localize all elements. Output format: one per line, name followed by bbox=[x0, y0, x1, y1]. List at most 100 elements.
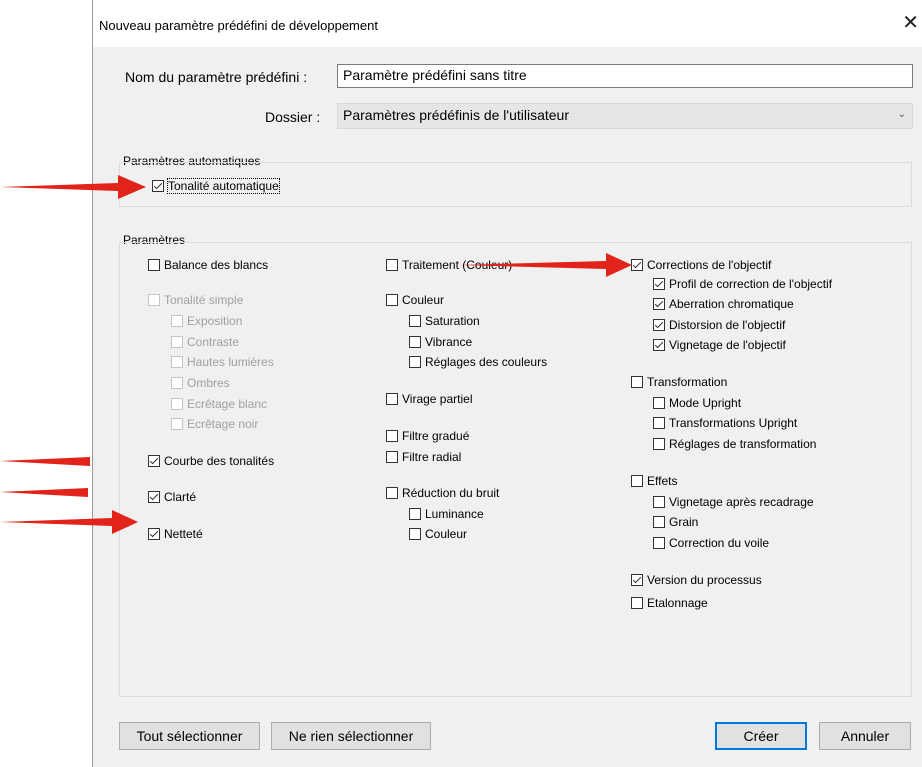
checkbox-icon bbox=[653, 496, 665, 508]
chromatic-aberration-label: Aberration chromatique bbox=[669, 297, 794, 311]
checkbox-icon bbox=[386, 451, 398, 463]
effects-label: Effets bbox=[647, 474, 678, 488]
lens-corrections-checkbox[interactable]: Corrections de l'objectif bbox=[631, 258, 771, 272]
arrow-tone-curve bbox=[0, 457, 90, 466]
basic-tone-checkbox: Tonalité simple bbox=[148, 293, 243, 307]
checkbox-checked-icon bbox=[148, 491, 160, 503]
upright-mode-checkbox[interactable]: Mode Upright bbox=[653, 396, 741, 410]
checkbox-icon bbox=[171, 377, 183, 389]
checkbox-icon bbox=[171, 356, 183, 368]
dialog-title: Nouveau paramètre prédéfini de développe… bbox=[99, 18, 378, 33]
folder-select[interactable]: Paramètres prédéfinis de l'utilisateur ⌄ bbox=[337, 103, 913, 129]
white-balance-label: Balance des blancs bbox=[164, 258, 269, 272]
sharpening-label: Netteté bbox=[164, 527, 203, 541]
post-crop-vignetting-label: Vignetage après recadrage bbox=[669, 495, 814, 509]
highlights-checkbox: Hautes lumières bbox=[171, 355, 274, 369]
calibration-checkbox[interactable]: Etalonnage bbox=[631, 596, 708, 610]
lens-corrections-label: Corrections de l'objectif bbox=[647, 258, 772, 272]
black-clipping-checkbox: Ecrêtage noir bbox=[171, 417, 258, 431]
lens-vignetting-checkbox[interactable]: Vignetage de l'objectif bbox=[653, 338, 786, 352]
lens-profile-checkbox[interactable]: Profil de correction de l'objectif bbox=[653, 277, 832, 291]
checkbox-icon bbox=[653, 537, 665, 549]
tone-curve-checkbox[interactable]: Courbe des tonalités bbox=[148, 454, 274, 468]
saturation-checkbox[interactable]: Saturation bbox=[409, 314, 480, 328]
select-none-button[interactable]: Ne rien sélectionner bbox=[271, 722, 431, 750]
post-crop-vignetting-checkbox[interactable]: Vignetage après recadrage bbox=[653, 495, 814, 509]
checkbox-icon bbox=[631, 597, 643, 609]
color-checkbox[interactable]: Couleur bbox=[386, 293, 444, 307]
folder-select-value: Paramètres prédéfinis de l'utilisateur bbox=[343, 107, 570, 123]
shadows-checkbox: Ombres bbox=[171, 376, 230, 390]
checkbox-checked-icon bbox=[653, 278, 665, 290]
exposure-checkbox: Exposition bbox=[171, 314, 242, 328]
preset-name-label: Nom du paramètre prédéfini : bbox=[125, 69, 308, 85]
color-noise-checkbox[interactable]: Couleur bbox=[409, 527, 467, 541]
select-all-button[interactable]: Tout sélectionner bbox=[119, 722, 260, 750]
treatment-label: Traitement (Couleur) bbox=[402, 258, 513, 272]
checkbox-icon bbox=[653, 438, 665, 450]
cancel-button[interactable]: Annuler bbox=[819, 722, 911, 750]
preset-name-input[interactable]: Paramètre prédéfini sans titre bbox=[337, 64, 913, 88]
checkbox-icon bbox=[386, 393, 398, 405]
white-clipping-label: Ecrêtage blanc bbox=[187, 397, 268, 411]
effects-checkbox[interactable]: Effets bbox=[631, 474, 677, 488]
graduated-filter-checkbox[interactable]: Filtre gradué bbox=[386, 429, 469, 443]
vibrance-checkbox[interactable]: Vibrance bbox=[409, 335, 472, 349]
radial-filter-checkbox[interactable]: Filtre radial bbox=[386, 450, 461, 464]
checkbox-icon bbox=[653, 516, 665, 528]
upright-transforms-label: Transformations Upright bbox=[669, 416, 798, 430]
transform-label: Transformation bbox=[647, 375, 728, 389]
transform-adjustments-checkbox[interactable]: Réglages de transformation bbox=[653, 437, 816, 451]
checkbox-icon bbox=[631, 376, 643, 388]
lens-vignetting-label: Vignetage de l'objectif bbox=[669, 338, 786, 352]
contrast-label: Contraste bbox=[187, 335, 240, 349]
lens-profile-label: Profil de correction de l'objectif bbox=[669, 277, 833, 291]
checkbox-icon bbox=[386, 259, 398, 271]
exposure-label: Exposition bbox=[187, 314, 243, 328]
checkbox-icon bbox=[409, 508, 421, 520]
treatment-checkbox[interactable]: Traitement (Couleur) bbox=[386, 258, 512, 272]
sharpening-checkbox[interactable]: Netteté bbox=[148, 527, 203, 541]
checkbox-icon bbox=[171, 336, 183, 348]
checkbox-checked-icon bbox=[148, 455, 160, 467]
checkbox-icon bbox=[653, 397, 665, 409]
dehaze-checkbox[interactable]: Correction du voile bbox=[653, 536, 769, 550]
checkbox-icon bbox=[409, 336, 421, 348]
grain-checkbox[interactable]: Grain bbox=[653, 515, 698, 529]
checkbox-icon bbox=[631, 475, 643, 487]
close-icon[interactable]: ✕ bbox=[902, 13, 919, 33]
auto-tone-checkbox[interactable]: Tonalité automatique bbox=[152, 178, 280, 194]
color-label: Couleur bbox=[402, 293, 445, 307]
chromatic-aberration-checkbox[interactable]: Aberration chromatique bbox=[653, 297, 794, 311]
luminance-checkbox[interactable]: Luminance bbox=[409, 507, 484, 521]
checkbox-icon bbox=[171, 418, 183, 430]
checkbox-icon bbox=[171, 315, 183, 327]
color-adjustments-label: Réglages des couleurs bbox=[425, 355, 548, 369]
upright-transforms-checkbox[interactable]: Transformations Upright bbox=[653, 416, 797, 430]
folder-label: Dossier : bbox=[265, 109, 321, 125]
basic-tone-label: Tonalité simple bbox=[164, 293, 244, 307]
tone-curve-label: Courbe des tonalités bbox=[164, 454, 275, 468]
noise-reduction-label: Réduction du bruit bbox=[402, 486, 500, 500]
black-clipping-label: Ecrêtage noir bbox=[187, 417, 259, 431]
lens-distortion-checkbox[interactable]: Distorsion de l'objectif bbox=[653, 318, 785, 332]
clarity-checkbox[interactable]: Clarté bbox=[148, 490, 196, 504]
create-button[interactable]: Créer bbox=[715, 722, 807, 750]
checkbox-icon bbox=[409, 528, 421, 540]
split-toning-checkbox[interactable]: Virage partiel bbox=[386, 392, 473, 406]
process-version-checkbox[interactable]: Version du processus bbox=[631, 573, 762, 587]
checkbox-checked-icon bbox=[152, 180, 164, 192]
transform-checkbox[interactable]: Transformation bbox=[631, 375, 727, 389]
checkbox-icon bbox=[148, 259, 160, 271]
checkbox-checked-icon bbox=[631, 574, 643, 586]
checkbox-icon bbox=[409, 315, 421, 327]
checkbox-icon bbox=[409, 356, 421, 368]
checkbox-checked-icon bbox=[653, 298, 665, 310]
checkbox-icon bbox=[386, 430, 398, 442]
radial-filter-label: Filtre radial bbox=[402, 450, 462, 464]
white-balance-checkbox[interactable]: Balance des blancs bbox=[148, 258, 268, 272]
noise-reduction-checkbox[interactable]: Réduction du bruit bbox=[386, 486, 499, 500]
color-adjustments-checkbox[interactable]: Réglages des couleurs bbox=[409, 355, 547, 369]
upright-mode-label: Mode Upright bbox=[669, 396, 742, 410]
highlights-label: Hautes lumières bbox=[187, 355, 274, 369]
